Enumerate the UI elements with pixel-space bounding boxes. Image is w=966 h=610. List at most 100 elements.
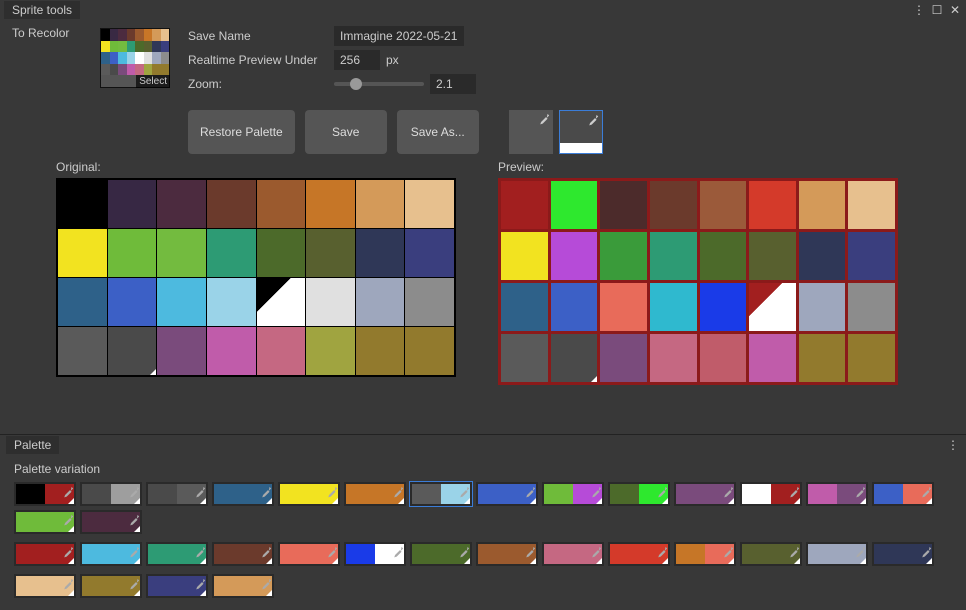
palette-cell[interactable] [551, 181, 598, 229]
palette-cell[interactable] [700, 334, 747, 382]
palette-variation[interactable] [14, 482, 76, 506]
palette-cell[interactable] [257, 229, 306, 277]
palette-cell[interactable] [58, 278, 107, 326]
palette-cell[interactable] [799, 232, 846, 280]
palette-cell[interactable] [749, 232, 796, 280]
palette-cell[interactable] [799, 283, 846, 331]
palette-cell[interactable] [306, 180, 355, 228]
palette-cell[interactable] [405, 278, 454, 326]
palette-variation[interactable] [410, 482, 472, 506]
palette-variation[interactable] [344, 482, 406, 506]
restore-palette-button[interactable]: Restore Palette [188, 110, 295, 154]
palette-cell[interactable] [108, 229, 157, 277]
palette-variation[interactable] [14, 510, 76, 534]
palette-cell[interactable] [700, 232, 747, 280]
palette-cell[interactable] [551, 334, 598, 382]
palette-variation[interactable] [344, 542, 406, 566]
palette-variation[interactable] [476, 482, 538, 506]
palette-variation[interactable] [476, 542, 538, 566]
palette-cell[interactable] [501, 181, 548, 229]
zoom-input[interactable] [430, 74, 476, 94]
palette-cell[interactable] [157, 180, 206, 228]
palette-cell[interactable] [600, 232, 647, 280]
kebab-icon[interactable]: ⋮ [912, 3, 926, 17]
palette-variation[interactable] [146, 482, 208, 506]
palette-cell[interactable] [650, 334, 697, 382]
palette-cell[interactable] [157, 229, 206, 277]
palette-cell[interactable] [848, 181, 895, 229]
palette-cell[interactable] [257, 278, 306, 326]
palette-variation[interactable] [146, 574, 208, 598]
palette-cell[interactable] [405, 327, 454, 375]
palette-cell[interactable] [58, 229, 107, 277]
palette-variation[interactable] [14, 542, 76, 566]
palette-cell[interactable] [306, 229, 355, 277]
save-name-input[interactable] [334, 26, 464, 46]
palette-cell[interactable] [207, 278, 256, 326]
palette-cell[interactable] [848, 232, 895, 280]
original-palette-grid[interactable] [56, 178, 456, 377]
palette-cell[interactable] [356, 180, 405, 228]
palette-variation[interactable] [872, 542, 934, 566]
palette-variation[interactable] [608, 542, 670, 566]
tab-sprite-tools[interactable]: Sprite tools [4, 1, 80, 19]
palette-variation[interactable] [14, 574, 76, 598]
palette-variation[interactable] [608, 482, 670, 506]
palette-cell[interactable] [257, 180, 306, 228]
palette-variation[interactable] [212, 542, 274, 566]
palette-cell[interactable] [501, 283, 548, 331]
palette-cell[interactable] [257, 327, 306, 375]
palette-variation[interactable] [80, 482, 142, 506]
close-icon[interactable]: ✕ [948, 3, 962, 17]
palette-cell[interactable] [551, 232, 598, 280]
palette-cell[interactable] [356, 229, 405, 277]
palette-cell[interactable] [108, 327, 157, 375]
palette-cell[interactable] [600, 283, 647, 331]
palette-cell[interactable] [306, 327, 355, 375]
palette-cell[interactable] [600, 181, 647, 229]
palette-cell[interactable] [306, 278, 355, 326]
palette-cell[interactable] [356, 327, 405, 375]
palette-cell[interactable] [356, 278, 405, 326]
palette-cell[interactable] [108, 278, 157, 326]
palette-variation[interactable] [146, 542, 208, 566]
palette-cell[interactable] [207, 180, 256, 228]
palette-cell[interactable] [405, 229, 454, 277]
palette-variation[interactable] [806, 542, 868, 566]
palette-variation[interactable] [542, 542, 604, 566]
palette-cell[interactable] [551, 283, 598, 331]
kebab-icon[interactable]: ⋮ [946, 438, 960, 452]
preview-palette-grid[interactable] [498, 178, 898, 385]
palette-variation[interactable] [674, 542, 736, 566]
palette-variation[interactable] [674, 482, 736, 506]
palette-variation[interactable] [80, 542, 142, 566]
palette-variation[interactable] [212, 482, 274, 506]
recolor-thumbnail[interactable]: Select [100, 28, 170, 88]
tab-palette[interactable]: Palette [6, 436, 59, 454]
palette-cell[interactable] [108, 180, 157, 228]
palette-variation[interactable] [80, 574, 142, 598]
palette-cell[interactable] [799, 181, 846, 229]
palette-cell[interactable] [700, 181, 747, 229]
palette-variation[interactable] [80, 510, 142, 534]
palette-cell[interactable] [58, 180, 107, 228]
palette-cell[interactable] [207, 229, 256, 277]
save-button[interactable]: Save [305, 110, 387, 154]
maximize-icon[interactable]: ☐ [930, 3, 944, 17]
palette-cell[interactable] [749, 334, 796, 382]
palette-cell[interactable] [700, 283, 747, 331]
palette-cell[interactable] [650, 232, 697, 280]
palette-variation[interactable] [278, 482, 340, 506]
palette-variation[interactable] [212, 574, 274, 598]
zoom-slider[interactable] [334, 82, 424, 86]
palette-cell[interactable] [501, 232, 548, 280]
palette-cell[interactable] [848, 283, 895, 331]
palette-variation[interactable] [740, 482, 802, 506]
palette-cell[interactable] [650, 283, 697, 331]
palette-cell[interactable] [799, 334, 846, 382]
palette-cell[interactable] [749, 283, 796, 331]
palette-cell[interactable] [405, 180, 454, 228]
palette-cell[interactable] [650, 181, 697, 229]
color-swatch-a[interactable] [509, 110, 553, 154]
color-swatch-b[interactable] [559, 110, 603, 154]
